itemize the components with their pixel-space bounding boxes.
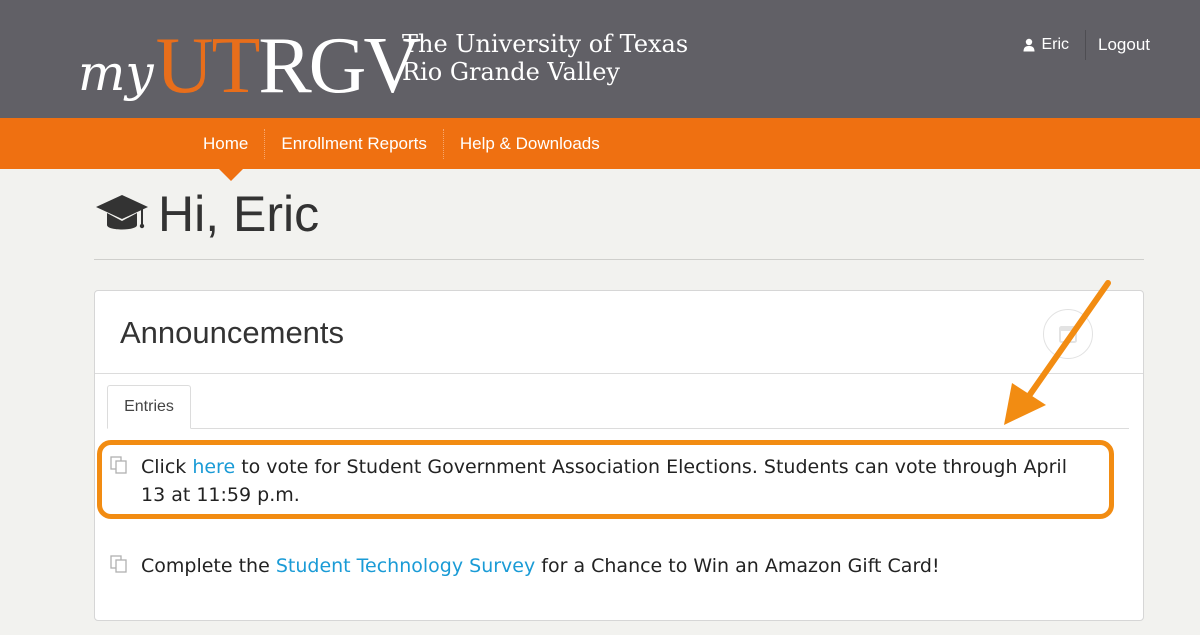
- user-area: Eric Logout: [1023, 30, 1150, 60]
- announcement-text-before: Complete the: [141, 555, 276, 577]
- announcement-text: Complete the Student Technology Survey f…: [141, 552, 940, 580]
- university-name-line2: Rio Grande Valley: [402, 58, 620, 86]
- panel-title: Announcements: [120, 315, 345, 350]
- announcement-text-after: for a Chance to Win an Amazon Gift Card!: [535, 555, 940, 577]
- calendar-icon: [1059, 326, 1077, 343]
- nav-item-enrollment-reports[interactable]: Enrollment Reports: [265, 128, 444, 159]
- nav-item-help-downloads[interactable]: Help & Downloads: [444, 129, 616, 159]
- user-name: Eric: [1041, 36, 1069, 53]
- title-divider: [94, 259, 1144, 260]
- copy-icon: [110, 555, 127, 573]
- graduation-cap-icon: [96, 195, 148, 230]
- greeting: Hi, Eric: [94, 186, 319, 242]
- user-menu[interactable]: Eric: [1023, 30, 1086, 60]
- announcement-text: Click here to vote for Student Governmen…: [141, 453, 1091, 509]
- main-nav: Home Enrollment Reports Help & Downloads: [0, 118, 1200, 169]
- announcement-text-before: Click: [141, 456, 193, 478]
- nav-item-home[interactable]: Home: [187, 128, 266, 159]
- announcement-text-after: to vote for Student Government Associati…: [141, 456, 1067, 506]
- tab-entries[interactable]: Entries: [107, 385, 191, 429]
- announcement-entry: Complete the Student Technology Survey f…: [109, 552, 1109, 580]
- announcements-panel: Announcements Entries Click here to vote…: [94, 290, 1144, 621]
- panel-action-button[interactable]: [1043, 309, 1093, 359]
- logo-rgv-text: RGV: [258, 22, 421, 110]
- page-title: Hi, Eric: [158, 186, 320, 242]
- technology-survey-link[interactable]: Student Technology Survey: [276, 555, 535, 577]
- tab-strip-divider: [107, 428, 1129, 429]
- university-name-line1: The University of Texas: [402, 30, 689, 58]
- logout-link[interactable]: Logout: [1086, 35, 1150, 55]
- logo-ut-text: UT: [155, 22, 261, 110]
- panel-header: Announcements: [95, 291, 1143, 374]
- university-name: The University of Texas Rio Grande Valle…: [402, 30, 688, 86]
- top-header: my UT RGV The University of Texas Rio Gr…: [0, 0, 1200, 118]
- active-nav-indicator: [219, 169, 243, 181]
- copy-icon: [110, 456, 127, 474]
- person-icon: [1023, 38, 1035, 52]
- myutrgv-logo[interactable]: my UT RGV: [78, 22, 421, 110]
- logo-my-text: my: [78, 44, 154, 102]
- announcement-entry: Click here to vote for Student Governmen…: [109, 453, 1109, 509]
- vote-here-link[interactable]: here: [192, 456, 235, 478]
